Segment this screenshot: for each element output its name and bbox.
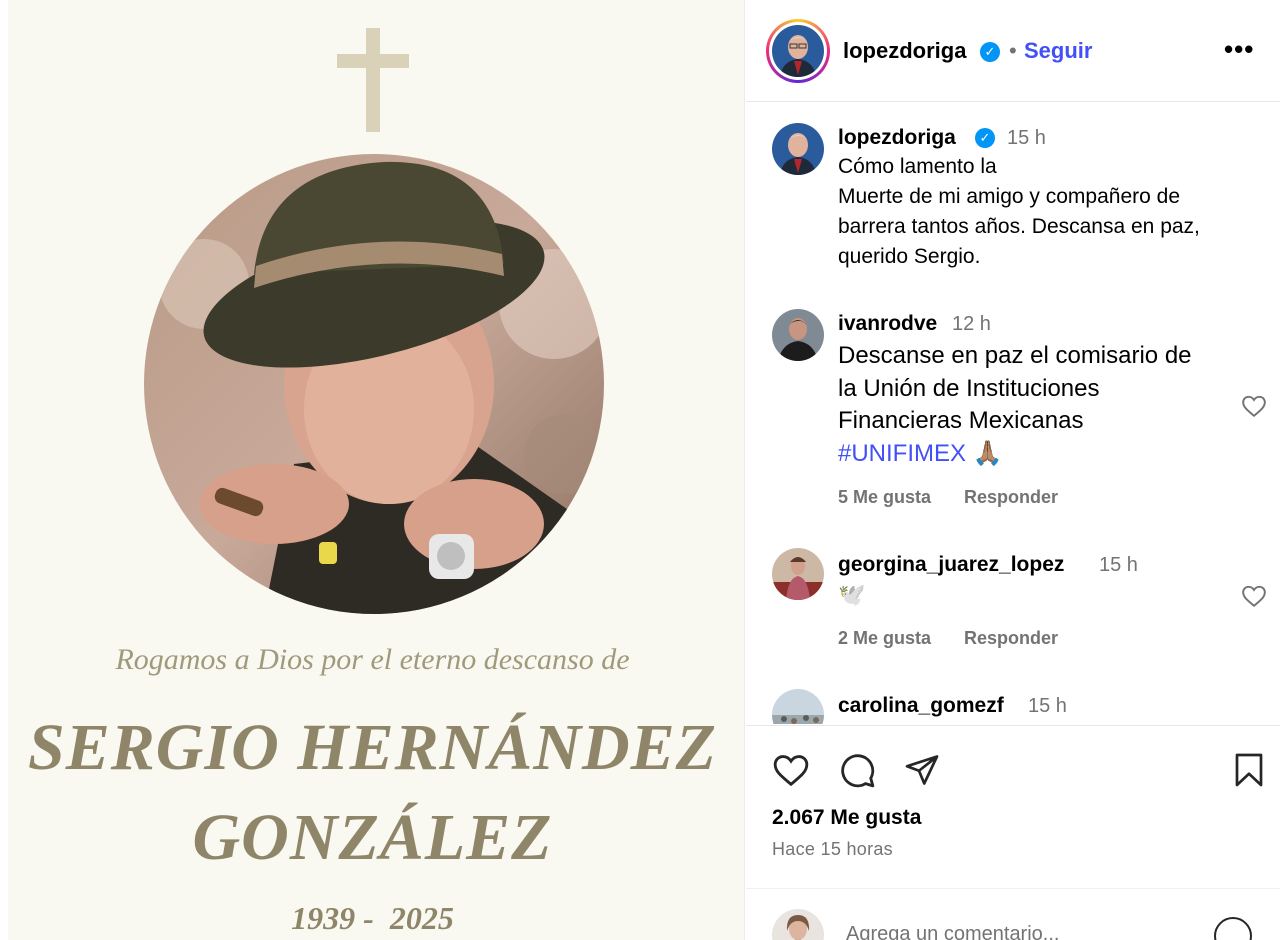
comment-time: 15 h [1028,695,1067,717]
reply-button[interactable]: Responder [964,628,1058,649]
comment-text: Descanse en paz el comisario de la Unión… [838,340,1192,470]
comment-composer [746,888,1280,940]
caption-line: Cómo lamento la [838,155,997,178]
comment-line: la Unión de Instituciones [838,374,1100,402]
comment-avatar[interactable] [772,689,824,724]
comment-line: Descanse en paz el comisario de [838,342,1192,369]
post-panel: lopezdoriga ✓ • Seguir ••• lopezdoriga ✓… [746,0,1280,940]
like-comment-icon[interactable] [1241,394,1267,418]
more-options-icon[interactable]: ••• [1224,34,1254,65]
likes-count[interactable]: 2.067 Me gusta [772,806,921,830]
like-comment-icon[interactable] [1241,584,1267,608]
image-edge [0,0,8,940]
heart-icon[interactable] [772,752,810,788]
comment-time: 15 h [1099,554,1138,576]
post-image[interactable]: Rogamos a Dios por el eterno descanso de… [0,0,745,940]
post-time-ago: Hace 15 horas [772,839,893,859]
deceased-name-line2: GONZÁLEZ [192,801,553,874]
pray-emoji: 🙏🏽 [972,439,1003,467]
bookmark-icon[interactable] [1233,752,1265,788]
comment-username[interactable]: georgina_juarez_lopez [838,553,1064,577]
comment-likes[interactable]: 2 Me gusta [838,628,931,649]
caption-text: Cómo lamento la Muerte de mi amigo y com… [838,152,1200,272]
caption-time: 15 h [1007,127,1046,149]
comment-icon[interactable] [838,751,876,789]
comment-line: Financieras Mexicanas [838,407,1084,434]
hashtag-link[interactable]: #UNIFIMEX [838,440,966,467]
comment-username[interactable]: ivanrodve [838,312,937,336]
comment-username[interactable]: carolina_gomezf [838,694,1004,718]
current-user-avatar [772,909,824,940]
post-header: lopezdoriga ✓ • Seguir ••• [746,0,1280,102]
prayer-line: Rogamos a Dios por el eterno descanso de [115,643,630,676]
caption-line: barrera tantos años. Descansa en paz, [838,215,1200,238]
comment-avatar[interactable] [772,309,824,361]
verified-badge-icon: ✓ [980,42,1000,62]
author-avatar-story[interactable] [766,19,830,83]
deceased-name-line1: SERGIO HERNÁNDEZ [28,711,717,784]
comment-time: 12 h [952,313,991,335]
portrait-photo [144,154,604,614]
emoji-icon[interactable] [1214,917,1252,940]
caption-line: querido Sergio. [838,245,981,268]
caption-avatar[interactable] [772,123,824,175]
separator-dot: • [1009,38,1017,63]
follow-button[interactable]: Seguir [1024,38,1092,64]
caption-line: Muerte de mi amigo y compañero de [838,185,1180,208]
comments-list[interactable]: lopezdoriga ✓ 15 h Cómo lamento la Muert… [746,103,1280,724]
comment-likes[interactable]: 5 Me gusta [838,487,931,508]
life-years: 1939 - 2025 [291,900,454,936]
reply-button[interactable]: Responder [964,487,1058,508]
author-username[interactable]: lopezdoriga [843,38,966,64]
verified-badge-icon: ✓ [975,128,995,148]
cross-icon [337,28,409,132]
caption-username[interactable]: lopezdoriga [838,126,956,150]
post-actions: 2.067 Me gusta Hace 15 horas [746,725,1280,875]
share-icon[interactable] [903,752,941,788]
comment-line: #UNIFIMEX 🙏🏽 [838,438,1192,471]
dove-emoji: 🕊️ [838,582,866,607]
comment-input[interactable] [846,919,1186,940]
comment-avatar[interactable] [772,548,824,600]
